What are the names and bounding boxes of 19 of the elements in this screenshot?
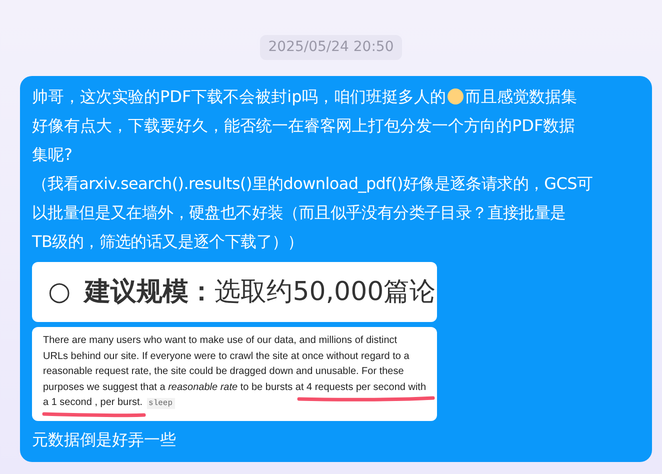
- code-chip: sleep: [146, 398, 175, 408]
- heading-label: 建议规模：: [84, 276, 215, 306]
- quoted-text: a 1 second , per burst.: [43, 397, 143, 409]
- heading-text: 选取约50,000篇论: [214, 276, 436, 306]
- quoted-text: purposes we suggest that a reasonable rate to be bursts at 4 requests per second with: [43, 382, 426, 394]
- timestamp: 2025/05/24 20:50: [260, 35, 402, 60]
- quoted-text: There are many users who want to make use of our data, and millions of distinct: [43, 335, 398, 347]
- message-text: 而且感觉数据集: [464, 86, 577, 108]
- emoji-icon: [446, 88, 464, 105]
- quoted-text: URLs behind our site. If everyone were to crawl the site at once without regard to a: [43, 350, 410, 362]
- quoted-text: reasonable request rate, the site could be dragged down and unusable. For these: [43, 366, 404, 378]
- bullet: ○: [48, 278, 71, 306]
- message-text: 集呢?: [32, 144, 72, 166]
- message-text: 帅哥，这次实验的PDF下载不会被封ip吗，咱们班挺多人的: [32, 86, 446, 108]
- message-text: （我看arxiv.search().results()里的download_pdf()好像是逐条请求的，GCS可: [32, 173, 593, 195]
- message-text: 好像有点大，下载要好久，能否统一在睿客网上打包分发一个方向的PDF数据: [32, 115, 576, 137]
- message-text: 元数据倒是好弄一些: [32, 429, 176, 451]
- message-text: TB级的，筛选的话又是逐个下载了））: [32, 231, 304, 253]
- message-text: 以批量但是又在墙外，硬盘也不好装（而且似乎没有分类子目录？直接批量是: [32, 202, 566, 224]
